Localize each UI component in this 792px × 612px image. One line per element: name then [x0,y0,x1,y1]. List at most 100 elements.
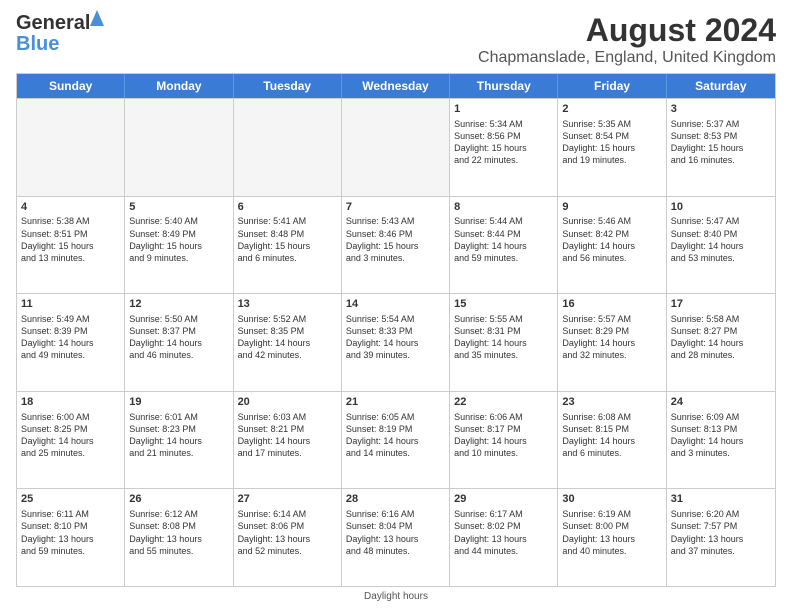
day-number-15: 15 [454,297,553,312]
cell-detail-line: Sunset: 8:40 PM [671,228,771,240]
cell-detail-line: and 59 minutes. [454,252,553,264]
cell-detail-line: Sunrise: 6:09 AM [671,411,771,423]
day-number-12: 12 [129,297,228,312]
title-section: August 2024 Chapmanslade, England, Unite… [478,12,776,67]
cell-detail-line: Sunrise: 5:54 AM [346,313,445,325]
cell-detail-line: and 6 minutes. [238,252,337,264]
cell-detail-line: Sunrise: 6:05 AM [346,411,445,423]
week-row-0: 1Sunrise: 5:34 AMSunset: 8:56 PMDaylight… [17,98,775,196]
cell-detail-line: Sunrise: 5:50 AM [129,313,228,325]
cell-detail-line: Sunrise: 6:16 AM [346,508,445,520]
cell-detail-line: Sunrise: 6:06 AM [454,411,553,423]
cell-detail-line: Sunset: 8:13 PM [671,423,771,435]
day-number-19: 19 [129,395,228,410]
cell-detail-line: and 42 minutes. [238,349,337,361]
day-number-14: 14 [346,297,445,312]
cal-cell-w1-d3: 7Sunrise: 5:43 AMSunset: 8:46 PMDaylight… [342,197,450,294]
day-number-4: 4 [21,200,120,215]
cell-detail-line: and 3 minutes. [346,252,445,264]
cal-cell-w2-d2: 13Sunrise: 5:52 AMSunset: 8:35 PMDayligh… [234,294,342,391]
cell-detail-line: and 6 minutes. [562,447,661,459]
day-number-10: 10 [671,200,771,215]
cell-detail-line: Sunset: 8:39 PM [21,325,120,337]
cal-cell-w4-d0: 25Sunrise: 6:11 AMSunset: 8:10 PMDayligh… [17,489,125,586]
logo-triangle-icon [90,10,104,26]
cal-cell-w4-d4: 29Sunrise: 6:17 AMSunset: 8:02 PMDayligh… [450,489,558,586]
cell-detail-line: and 21 minutes. [129,447,228,459]
cell-detail-line: Daylight: 14 hours [454,435,553,447]
cell-detail-line: Daylight: 13 hours [562,533,661,545]
logo: General Blue [16,12,90,56]
day-number-25: 25 [21,492,120,507]
cal-cell-w4-d5: 30Sunrise: 6:19 AMSunset: 8:00 PMDayligh… [558,489,666,586]
week-row-3: 18Sunrise: 6:00 AMSunset: 8:25 PMDayligh… [17,391,775,489]
cell-detail-line: Daylight: 14 hours [562,240,661,252]
cell-detail-line: and 35 minutes. [454,349,553,361]
cell-detail-line: Sunset: 8:35 PM [238,325,337,337]
cal-cell-w3-d5: 23Sunrise: 6:08 AMSunset: 8:15 PMDayligh… [558,392,666,489]
cell-detail-line: Daylight: 14 hours [238,337,337,349]
cell-detail-line: and 59 minutes. [21,545,120,557]
cell-detail-line: and 46 minutes. [129,349,228,361]
cell-detail-line: Sunset: 7:57 PM [671,520,771,532]
cell-detail-line: Sunset: 8:27 PM [671,325,771,337]
day-number-22: 22 [454,395,553,410]
cell-detail-line: Daylight: 14 hours [671,240,771,252]
cell-detail-line: Daylight: 14 hours [671,337,771,349]
cell-detail-line: Sunrise: 6:17 AM [454,508,553,520]
cell-detail-line: Daylight: 15 hours [238,240,337,252]
cell-detail-line: Daylight: 14 hours [129,435,228,447]
day-number-18: 18 [21,395,120,410]
cell-detail-line: and 32 minutes. [562,349,661,361]
cal-cell-w3-d4: 22Sunrise: 6:06 AMSunset: 8:17 PMDayligh… [450,392,558,489]
cell-detail-line: Daylight: 14 hours [562,435,661,447]
day-number-2: 2 [562,102,661,117]
cell-detail-line: Sunset: 8:08 PM [129,520,228,532]
cell-detail-line: Daylight: 13 hours [21,533,120,545]
cell-detail-line: Sunrise: 6:20 AM [671,508,771,520]
cell-detail-line: Daylight: 14 hours [671,435,771,447]
header-wednesday: Wednesday [342,74,450,98]
cal-cell-w1-d6: 10Sunrise: 5:47 AMSunset: 8:40 PMDayligh… [667,197,775,294]
cell-detail-line: Sunrise: 5:44 AM [454,215,553,227]
cell-detail-line: and 40 minutes. [562,545,661,557]
day-number-21: 21 [346,395,445,410]
cell-detail-line: Daylight: 13 hours [129,533,228,545]
cell-detail-line: Sunrise: 6:08 AM [562,411,661,423]
day-number-28: 28 [346,492,445,507]
cell-detail-line: Sunset: 8:21 PM [238,423,337,435]
day-number-29: 29 [454,492,553,507]
calendar: Sunday Monday Tuesday Wednesday Thursday… [16,73,776,587]
cell-detail-line: Sunset: 8:06 PM [238,520,337,532]
cal-cell-w0-d2 [234,99,342,196]
cell-detail-line: Sunrise: 5:40 AM [129,215,228,227]
cal-cell-w2-d4: 15Sunrise: 5:55 AMSunset: 8:31 PMDayligh… [450,294,558,391]
cell-detail-line: and 48 minutes. [346,545,445,557]
cell-detail-line: Sunrise: 5:58 AM [671,313,771,325]
day-number-17: 17 [671,297,771,312]
cell-detail-line: Sunset: 8:17 PM [454,423,553,435]
day-number-24: 24 [671,395,771,410]
cell-detail-line: Sunset: 8:33 PM [346,325,445,337]
cal-cell-w1-d2: 6Sunrise: 5:41 AMSunset: 8:48 PMDaylight… [234,197,342,294]
cell-detail-line: Sunset: 8:04 PM [346,520,445,532]
cell-detail-line: Sunset: 8:23 PM [129,423,228,435]
cell-detail-line: Sunrise: 5:43 AM [346,215,445,227]
cell-detail-line: and 3 minutes. [671,447,771,459]
cell-detail-line: Sunrise: 6:11 AM [21,508,120,520]
cell-detail-line: and 53 minutes. [671,252,771,264]
cal-cell-w2-d0: 11Sunrise: 5:49 AMSunset: 8:39 PMDayligh… [17,294,125,391]
header-thursday: Thursday [450,74,558,98]
cell-detail-line: Sunrise: 6:03 AM [238,411,337,423]
cell-detail-line: Daylight: 14 hours [454,240,553,252]
week-row-1: 4Sunrise: 5:38 AMSunset: 8:51 PMDaylight… [17,196,775,294]
cell-detail-line: Daylight: 14 hours [346,337,445,349]
day-number-13: 13 [238,297,337,312]
cal-cell-w0-d0 [17,99,125,196]
cell-detail-line: Daylight: 14 hours [562,337,661,349]
cell-detail-line: and 22 minutes. [454,154,553,166]
header-tuesday: Tuesday [234,74,342,98]
header-monday: Monday [125,74,233,98]
page-subtitle: Chapmanslade, England, United Kingdom [478,49,776,67]
cal-cell-w1-d0: 4Sunrise: 5:38 AMSunset: 8:51 PMDaylight… [17,197,125,294]
